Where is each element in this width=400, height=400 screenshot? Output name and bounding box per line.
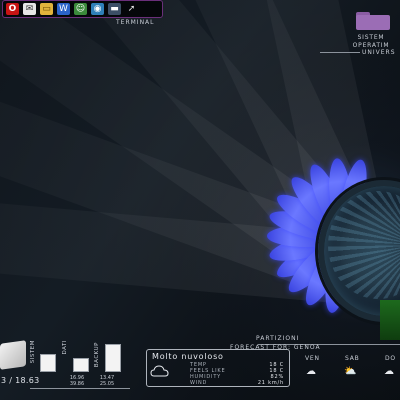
opera-icon[interactable]: O xyxy=(6,3,19,15)
people-icon[interactable]: ☺ xyxy=(74,3,87,15)
partition-bar xyxy=(73,358,89,372)
forecast-day-name: Ven xyxy=(305,355,320,362)
word-icon[interactable]: W xyxy=(57,3,70,15)
dock-label-terminal: Terminal xyxy=(116,19,155,26)
cursor-icon[interactable]: ➚ xyxy=(125,3,138,15)
folder-label-line1: Sistem xyxy=(357,34,385,41)
rain-cloud-icon: ☁ xyxy=(306,366,316,377)
weather-wind-row: Wind 21 km/h xyxy=(190,380,288,386)
cloud-icon xyxy=(150,365,169,377)
partition-bar xyxy=(105,344,121,372)
divider xyxy=(30,388,130,389)
flower-stem xyxy=(380,300,400,340)
partition-label: Sistem xyxy=(30,340,36,364)
partition-bar-caption: 16.96 39.86 xyxy=(69,375,85,387)
partition-bar xyxy=(40,354,56,372)
partition-label: Dati xyxy=(62,340,68,355)
partitions-title: Partizioni xyxy=(256,335,300,342)
divider xyxy=(320,52,360,53)
weather-wind-label: Wind xyxy=(190,380,208,386)
launcher-dock: O ✉ ▭ W ☺ ◉ ▬ ➚ xyxy=(2,0,163,18)
universal-label: Univers xyxy=(362,49,396,56)
weather-wind-value: 21 km/h xyxy=(257,380,284,386)
drive-icon[interactable] xyxy=(0,340,26,370)
desktop-folder-icon[interactable] xyxy=(356,12,390,30)
screen-icon[interactable]: ▬ xyxy=(108,3,121,15)
partition-bar-caption: 13.47 25.05 xyxy=(99,375,115,387)
folder-icon[interactable]: ▭ xyxy=(40,3,53,15)
forecast-day-name: Sab xyxy=(345,355,360,362)
rain-cloud-icon: ☁ xyxy=(384,366,394,377)
partition-label: Backup xyxy=(94,342,100,368)
network-icon[interactable]: ◉ xyxy=(91,3,104,15)
desktop-folder-label[interactable]: Sistem Operatim xyxy=(346,34,396,50)
forecast-day-name: Do xyxy=(385,355,396,362)
weather-condition: Molto nuvoloso xyxy=(152,352,224,361)
mail-icon[interactable]: ✉ xyxy=(23,3,36,15)
sun-cloud-icon: ⛅ xyxy=(344,366,357,377)
disk-usage-caption: 3 / 18.63 xyxy=(1,376,40,385)
